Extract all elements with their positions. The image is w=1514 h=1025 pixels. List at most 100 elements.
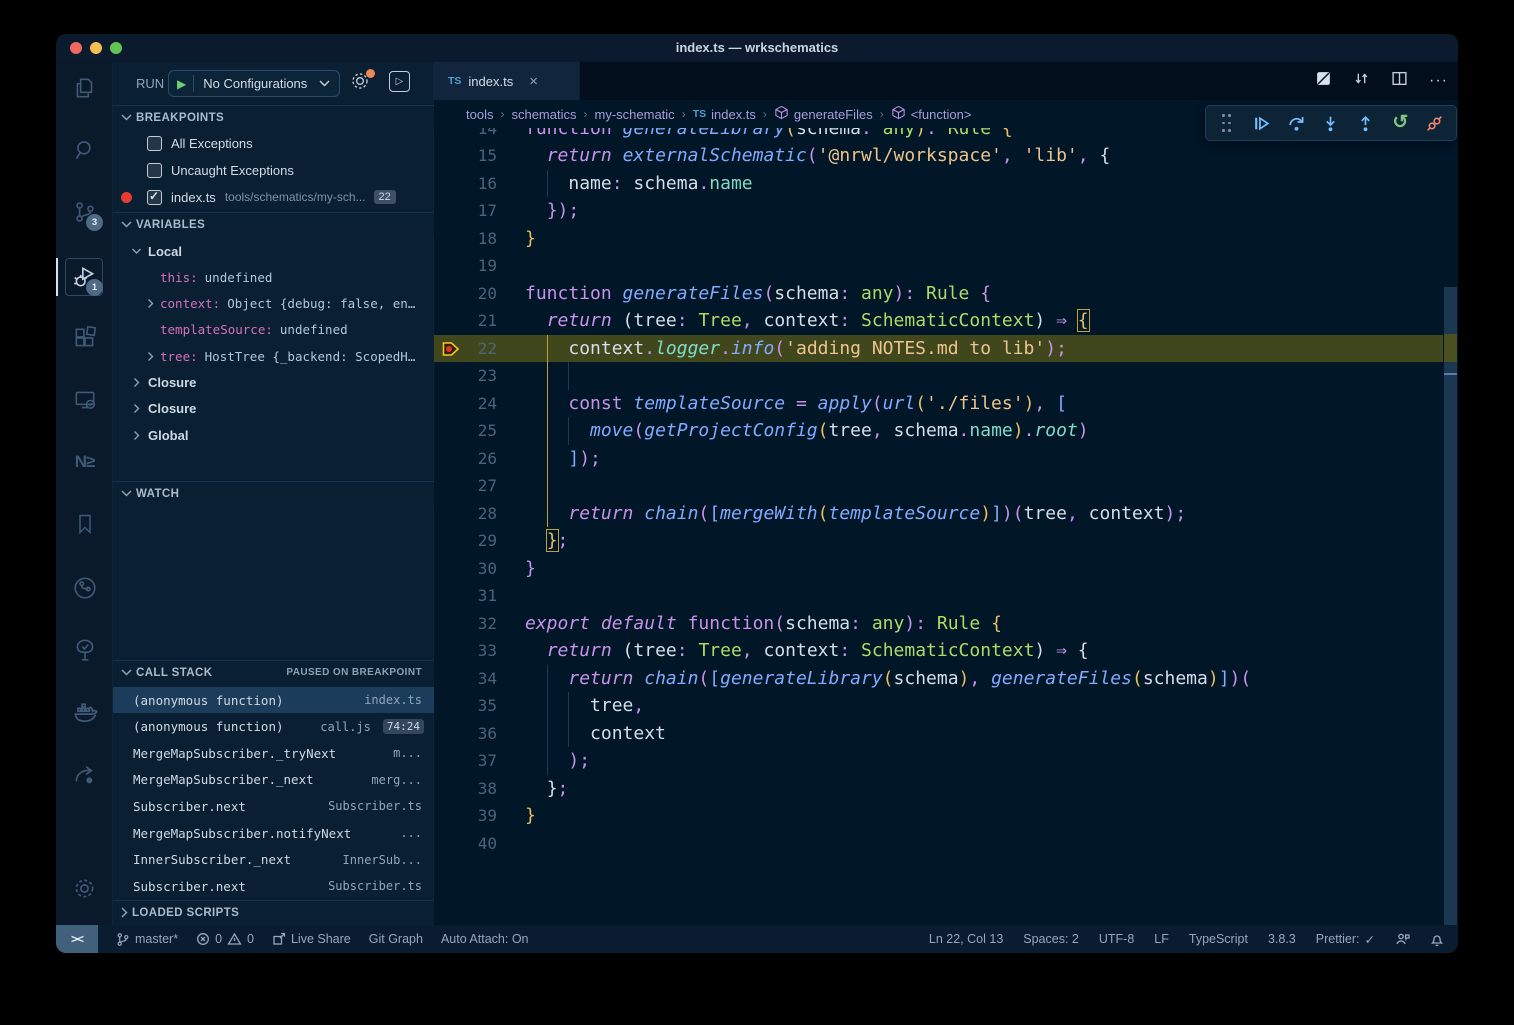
loaded-scripts-header[interactable]: LOADED SCRIPTS — [113, 900, 434, 924]
drag-grip-icon[interactable] — [1217, 113, 1237, 133]
call-stack-frame[interactable]: MergeMapSubscriber._tryNextm... — [113, 740, 434, 766]
debug-console-icon[interactable]: ▷ — [389, 71, 410, 92]
gitlens-icon[interactable] — [56, 564, 113, 612]
step-into-icon[interactable] — [1321, 113, 1341, 133]
search-icon[interactable] — [56, 126, 113, 174]
code-line[interactable]: 21 return (tree: Tree, context: Schemati… — [434, 307, 1443, 335]
continue-icon[interactable] — [1252, 113, 1272, 133]
call-stack-frame[interactable]: Subscriber.nextSubscriber.ts — [113, 873, 434, 899]
code-line[interactable]: 18} — [434, 225, 1443, 253]
indentation-item[interactable]: Spaces: 2 — [1023, 932, 1079, 946]
code-line[interactable]: 38 }; — [434, 775, 1443, 803]
code-line[interactable]: 20function generateFiles(schema: any): R… — [434, 280, 1443, 308]
code-line[interactable]: 24 const templateSource = apply(url('./f… — [434, 390, 1443, 418]
git-graph-item[interactable]: Git Graph — [369, 932, 423, 946]
launch-config-dropdown[interactable]: ▶ No Configurations — [168, 70, 340, 97]
run-debug-icon[interactable]: 1 — [56, 253, 113, 301]
code-line[interactable]: 32export default function(schema: any): … — [434, 610, 1443, 638]
call-stack-frame[interactable]: InnerSubscriber._nextInnerSub... — [113, 847, 434, 873]
breakpoint-row[interactable]: All Exceptions — [113, 130, 434, 156]
disconnect-icon[interactable] — [1425, 113, 1445, 133]
restart-icon[interactable]: ↺ — [1390, 113, 1410, 133]
breakpoints-header[interactable]: BREAKPOINTS — [113, 105, 434, 129]
eol-item[interactable]: LF — [1154, 932, 1169, 946]
feedback-icon[interactable] — [1395, 932, 1410, 946]
call-stack-frame[interactable]: (anonymous function)index.ts — [113, 687, 434, 713]
variable-scope-row[interactable]: Local — [113, 238, 434, 264]
bookmarks-icon[interactable] — [56, 500, 113, 548]
extensions-icon[interactable] — [56, 314, 113, 362]
code-line[interactable]: 35 tree, — [434, 692, 1443, 720]
call-stack-header[interactable]: CALL STACK PAUSED ON BREAKPOINT — [113, 660, 434, 684]
code-line[interactable]: 19 — [434, 252, 1443, 280]
tab-index-ts[interactable]: TS index.ts × — [434, 62, 580, 100]
close-tab-icon[interactable]: × — [529, 73, 538, 90]
code-line[interactable]: 23 — [434, 362, 1443, 390]
test-explorer-icon[interactable] — [56, 626, 113, 674]
code-line[interactable]: 36 context — [434, 720, 1443, 748]
code-line[interactable]: 39} — [434, 802, 1443, 830]
auto-attach-item[interactable]: Auto Attach: On — [441, 932, 529, 946]
breakpoint-checkbox[interactable] — [147, 163, 162, 178]
call-stack-frame[interactable]: Subscriber.nextSubscriber.ts — [113, 793, 434, 819]
call-stack-frame[interactable]: MergeMapSubscriber.notifyNext... — [113, 820, 434, 846]
cursor-position-item[interactable]: Ln 22, Col 13 — [929, 932, 1003, 946]
settings-gear-icon[interactable] — [56, 864, 113, 912]
code-line[interactable]: 31 — [434, 582, 1443, 610]
editor-scrollbar[interactable] — [1444, 287, 1457, 925]
breadcrumb-item[interactable]: tools — [466, 107, 493, 122]
start-debug-icon[interactable]: ▶ — [177, 77, 186, 91]
code-line[interactable]: 15 return externalSchematic('@nrwl/works… — [434, 142, 1443, 170]
breakpoint-checkbox[interactable] — [147, 190, 162, 205]
code-line[interactable]: 40 — [434, 830, 1443, 858]
live-share-item[interactable]: Live Share — [272, 932, 351, 946]
code-line[interactable]: 37 ); — [434, 747, 1443, 775]
ts-version-item[interactable]: 3.8.3 — [1268, 932, 1296, 946]
split-editor-icon[interactable] — [1391, 70, 1408, 92]
call-stack-frame[interactable]: MergeMapSubscriber._nextmerg... — [113, 767, 434, 793]
breadcrumb-item[interactable]: generateFiles — [774, 105, 873, 123]
remote-indicator[interactable]: >< — [56, 925, 98, 953]
open-changes-icon[interactable] — [1315, 70, 1332, 92]
call-stack-frame[interactable]: (anonymous function)call.js74:24 — [113, 714, 434, 740]
breadcrumb-item[interactable]: TSindex.ts — [693, 107, 756, 122]
variable-scope-row[interactable]: Global — [113, 422, 434, 448]
explorer-icon[interactable] — [56, 64, 113, 112]
project-manager-icon[interactable] — [56, 752, 113, 800]
code-line[interactable]: 29 }; — [434, 527, 1443, 555]
git-branch-item[interactable]: master* — [116, 932, 178, 947]
prettier-item[interactable]: Prettier: ✓ — [1316, 932, 1375, 947]
step-over-icon[interactable] — [1286, 113, 1306, 133]
code-line[interactable]: 30} — [434, 555, 1443, 583]
code-line[interactable]: 33 return (tree: Tree, context: Schemati… — [434, 637, 1443, 665]
variable-scope-row[interactable]: Closure — [113, 370, 434, 396]
more-actions-icon[interactable]: ··· — [1429, 72, 1448, 90]
problems-item[interactable]: 0 0 — [196, 932, 254, 946]
variable-scope-row[interactable]: Closure — [113, 396, 434, 422]
breakpoint-row[interactable]: Uncaught Exceptions — [113, 157, 434, 183]
breadcrumb-item[interactable]: <function> — [891, 105, 972, 123]
encoding-item[interactable]: UTF-8 — [1099, 932, 1134, 946]
variable-row[interactable]: tree:HostTree {_backend: ScopedH… — [113, 343, 434, 369]
variables-header[interactable]: VARIABLES — [113, 212, 434, 236]
code-viewport[interactable]: 14function generateLibrary(schema: any):… — [434, 62, 1458, 925]
code-line[interactable]: 26 ]); — [434, 445, 1443, 473]
variable-row[interactable]: this:undefined — [113, 264, 434, 290]
remote-explorer-icon[interactable] — [56, 376, 113, 424]
code-line[interactable]: 28 return chain([mergeWith(templateSourc… — [434, 500, 1443, 528]
code-line[interactable]: 22 context.logger.info('adding NOTES.md … — [434, 335, 1443, 363]
variable-row[interactable]: templateSource:undefined — [113, 317, 434, 343]
watch-header[interactable]: WATCH — [113, 481, 434, 505]
breakpoint-row[interactable]: index.tstools/schematics/my-sch...22 — [113, 184, 434, 210]
step-out-icon[interactable] — [1356, 113, 1376, 133]
code-line[interactable]: 27 — [434, 472, 1443, 500]
code-line[interactable]: 25 move(getProjectConfig(tree, schema.na… — [434, 417, 1443, 445]
compare-changes-icon[interactable] — [1353, 70, 1370, 92]
language-item[interactable]: TypeScript — [1189, 932, 1248, 946]
code-line[interactable]: 34 return chain([generateLibrary(schema)… — [434, 665, 1443, 693]
docker-icon[interactable] — [56, 689, 113, 737]
breadcrumb-item[interactable]: schematics — [511, 107, 576, 122]
source-control-icon[interactable]: 3 — [56, 188, 113, 236]
nx-console-icon[interactable]: N≥ — [56, 438, 113, 486]
code-line[interactable]: 16 name: schema.name — [434, 170, 1443, 198]
